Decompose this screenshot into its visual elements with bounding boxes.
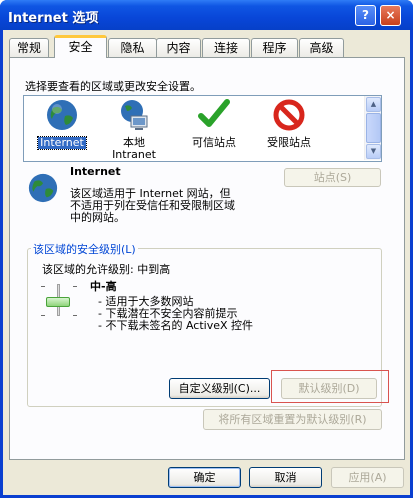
zone-internet[interactable]: Internet	[27, 98, 97, 150]
zone-list[interactable]: Internet 本地 Intranet 可信站点 受限站点 ▲ ▼	[23, 95, 382, 162]
restricted-icon	[273, 99, 305, 131]
zone-list-scrollbar[interactable]: ▲ ▼	[364, 96, 381, 160]
reset-all-zones-button[interactable]: 将所有区域重置为默认级别(R)	[203, 409, 382, 430]
level-bullet-3: - 不下载未签名的 ActiveX 控件	[98, 319, 254, 332]
slider-tick	[41, 286, 45, 287]
checkmark-icon	[198, 99, 230, 127]
allowed-levels-text: 该区域的允许级别: 中到高	[42, 263, 171, 276]
security-level-title: 该区域的安全级别(L)	[31, 241, 138, 257]
custom-level-button[interactable]: 自定义级别(C)...	[169, 378, 270, 399]
zone-info-globe-icon	[28, 173, 58, 203]
globe-icon	[47, 100, 77, 130]
zone-restricted-sites[interactable]: 受限站点	[254, 98, 324, 149]
zone-info-title: Internet	[70, 165, 121, 178]
zone-info-line-3: 中的网站。	[70, 211, 125, 224]
slider-tick	[73, 286, 77, 287]
zone-intranet-label-2: Intranet	[112, 148, 156, 161]
zone-local-intranet[interactable]: 本地 Intranet	[99, 98, 169, 161]
select-zone-prompt: 选择要查看的区域或更改安全设置。	[25, 80, 201, 93]
highlight-box	[271, 370, 389, 403]
scroll-up-icon[interactable]: ▲	[366, 97, 381, 112]
zone-trusted-sites[interactable]: 可信站点	[179, 98, 249, 149]
security-content: 选择要查看的区域或更改安全设置。 Internet 本地 Intranet 可信…	[0, 0, 413, 498]
security-level-slider-thumb[interactable]	[46, 297, 70, 307]
scroll-down-icon[interactable]: ▼	[366, 144, 381, 159]
level-name: 中-高	[90, 280, 117, 293]
sites-button[interactable]: 站点(S)	[284, 168, 381, 187]
intranet-icon	[121, 100, 148, 130]
slider-tick	[41, 315, 45, 316]
zone-trusted-label: 可信站点	[192, 136, 236, 149]
zone-internet-label: Internet	[37, 136, 87, 150]
zone-restricted-label: 受限站点	[267, 136, 311, 149]
slider-tick	[73, 315, 77, 316]
scroll-thumb[interactable]	[366, 113, 381, 143]
